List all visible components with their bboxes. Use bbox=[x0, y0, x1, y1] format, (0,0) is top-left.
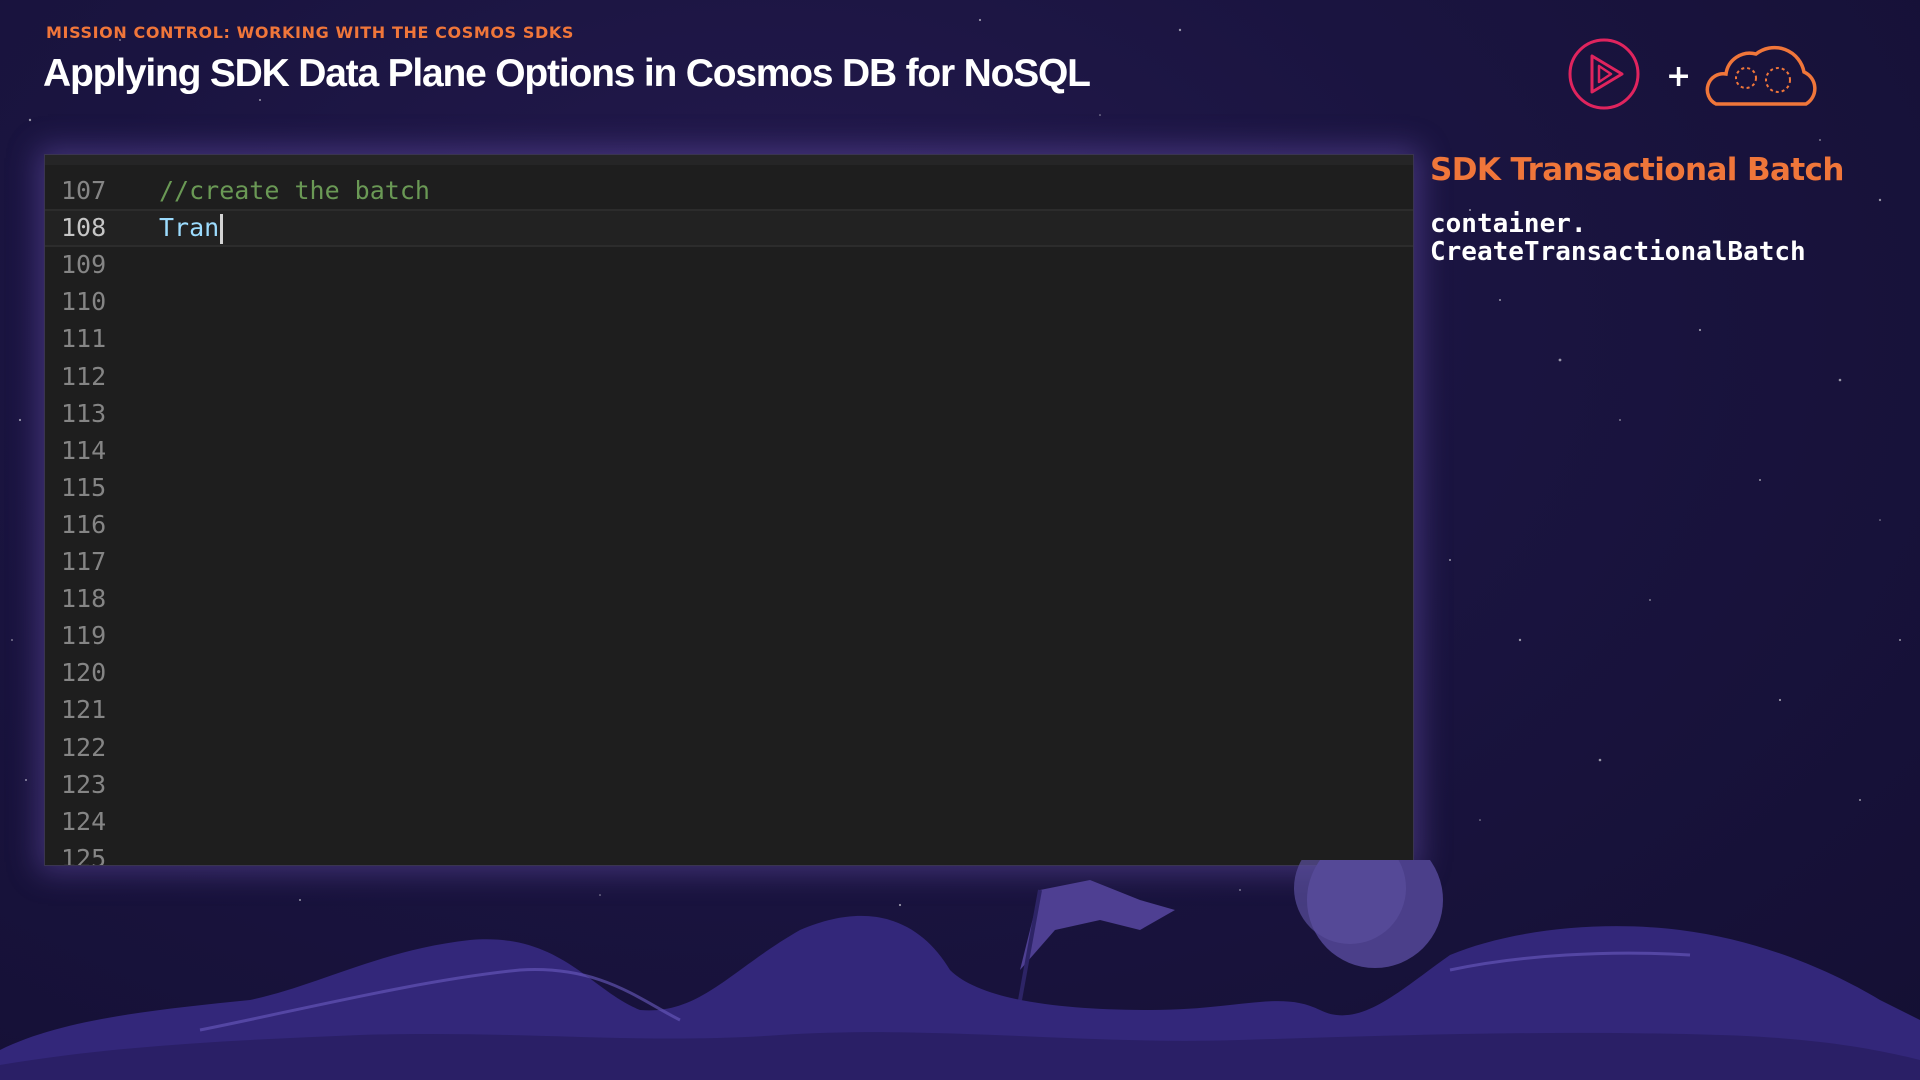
editor-line[interactable]: 120 bbox=[45, 654, 1413, 691]
sidebar-code-line-1: container. bbox=[1430, 209, 1587, 239]
line-number: 107 bbox=[61, 176, 107, 205]
course-eyebrow: MISSION CONTROL: WORKING WITH THE COSMOS… bbox=[46, 23, 574, 42]
editor-line[interactable]: 110 bbox=[45, 283, 1413, 320]
editor-line[interactable]: 109 bbox=[45, 246, 1413, 283]
page-title: Applying SDK Data Plane Options in Cosmo… bbox=[43, 52, 1091, 95]
line-number: 113 bbox=[61, 398, 107, 428]
editor-line[interactable]: 121 bbox=[45, 691, 1413, 728]
sidebar-heading: SDK Transactional Batch bbox=[1430, 152, 1844, 188]
editor-line[interactable]: 114 bbox=[45, 432, 1413, 469]
editor-line[interactable]: 122 bbox=[45, 729, 1413, 766]
line-number: 123 bbox=[61, 769, 107, 799]
line-code[interactable]: //create the batch bbox=[159, 172, 430, 209]
line-number: 112 bbox=[61, 361, 107, 391]
line-number: 109 bbox=[61, 250, 107, 280]
play-circle-icon bbox=[1568, 38, 1640, 110]
line-number: 111 bbox=[61, 324, 107, 354]
line-number: 118 bbox=[61, 584, 107, 614]
line-number: 117 bbox=[61, 547, 107, 576]
editor-line[interactable]: 115 bbox=[45, 469, 1413, 506]
editor-line[interactable]: 112 bbox=[45, 358, 1413, 395]
code-text: Tran bbox=[159, 213, 220, 243]
editor-line[interactable]: 113 bbox=[45, 395, 1413, 432]
line-code[interactable]: Tran bbox=[159, 211, 224, 245]
line-number: 108 bbox=[61, 213, 107, 243]
text-cursor bbox=[220, 214, 224, 245]
line-number: 120 bbox=[61, 658, 107, 688]
editor-line[interactable]: 108 Tran bbox=[45, 209, 1413, 248]
moon-landscape-illustration bbox=[0, 860, 1920, 1080]
line-number: 110 bbox=[61, 287, 107, 317]
cloud-icon bbox=[1705, 45, 1817, 106]
editor-line[interactable]: 117 bbox=[45, 543, 1413, 580]
line-number: 121 bbox=[61, 695, 107, 725]
brand-logos: + bbox=[1568, 38, 1817, 110]
editor-line[interactable]: 107 //create the batch bbox=[45, 172, 1413, 209]
plus-sign: + bbox=[1666, 59, 1691, 94]
line-number: 115 bbox=[61, 472, 107, 502]
line-number: 122 bbox=[61, 732, 107, 762]
line-number: 124 bbox=[61, 806, 107, 836]
code-comment: //create the batch bbox=[159, 176, 430, 205]
editor-line[interactable]: 116 bbox=[45, 506, 1413, 543]
line-number: 116 bbox=[61, 509, 107, 539]
editor-line[interactable]: 124 bbox=[45, 803, 1413, 840]
sidebar-code-line-2: CreateTransactionalBatch bbox=[1430, 237, 1806, 267]
editor-line[interactable]: 119 bbox=[45, 617, 1413, 654]
editor-line[interactable]: 111 bbox=[45, 320, 1413, 357]
sidebar-code-snippet: container. CreateTransactionalBatch bbox=[1430, 210, 1806, 266]
code-editor[interactable]: 107 //create the batch 108 Tran 109 110 111 112… bbox=[44, 154, 1414, 866]
line-number: 114 bbox=[61, 435, 107, 465]
line-number: 119 bbox=[61, 621, 107, 651]
editor-line[interactable]: 123 bbox=[45, 766, 1413, 803]
editor-top-bar bbox=[45, 155, 1413, 165]
editor-line[interactable]: 118 bbox=[45, 580, 1413, 617]
